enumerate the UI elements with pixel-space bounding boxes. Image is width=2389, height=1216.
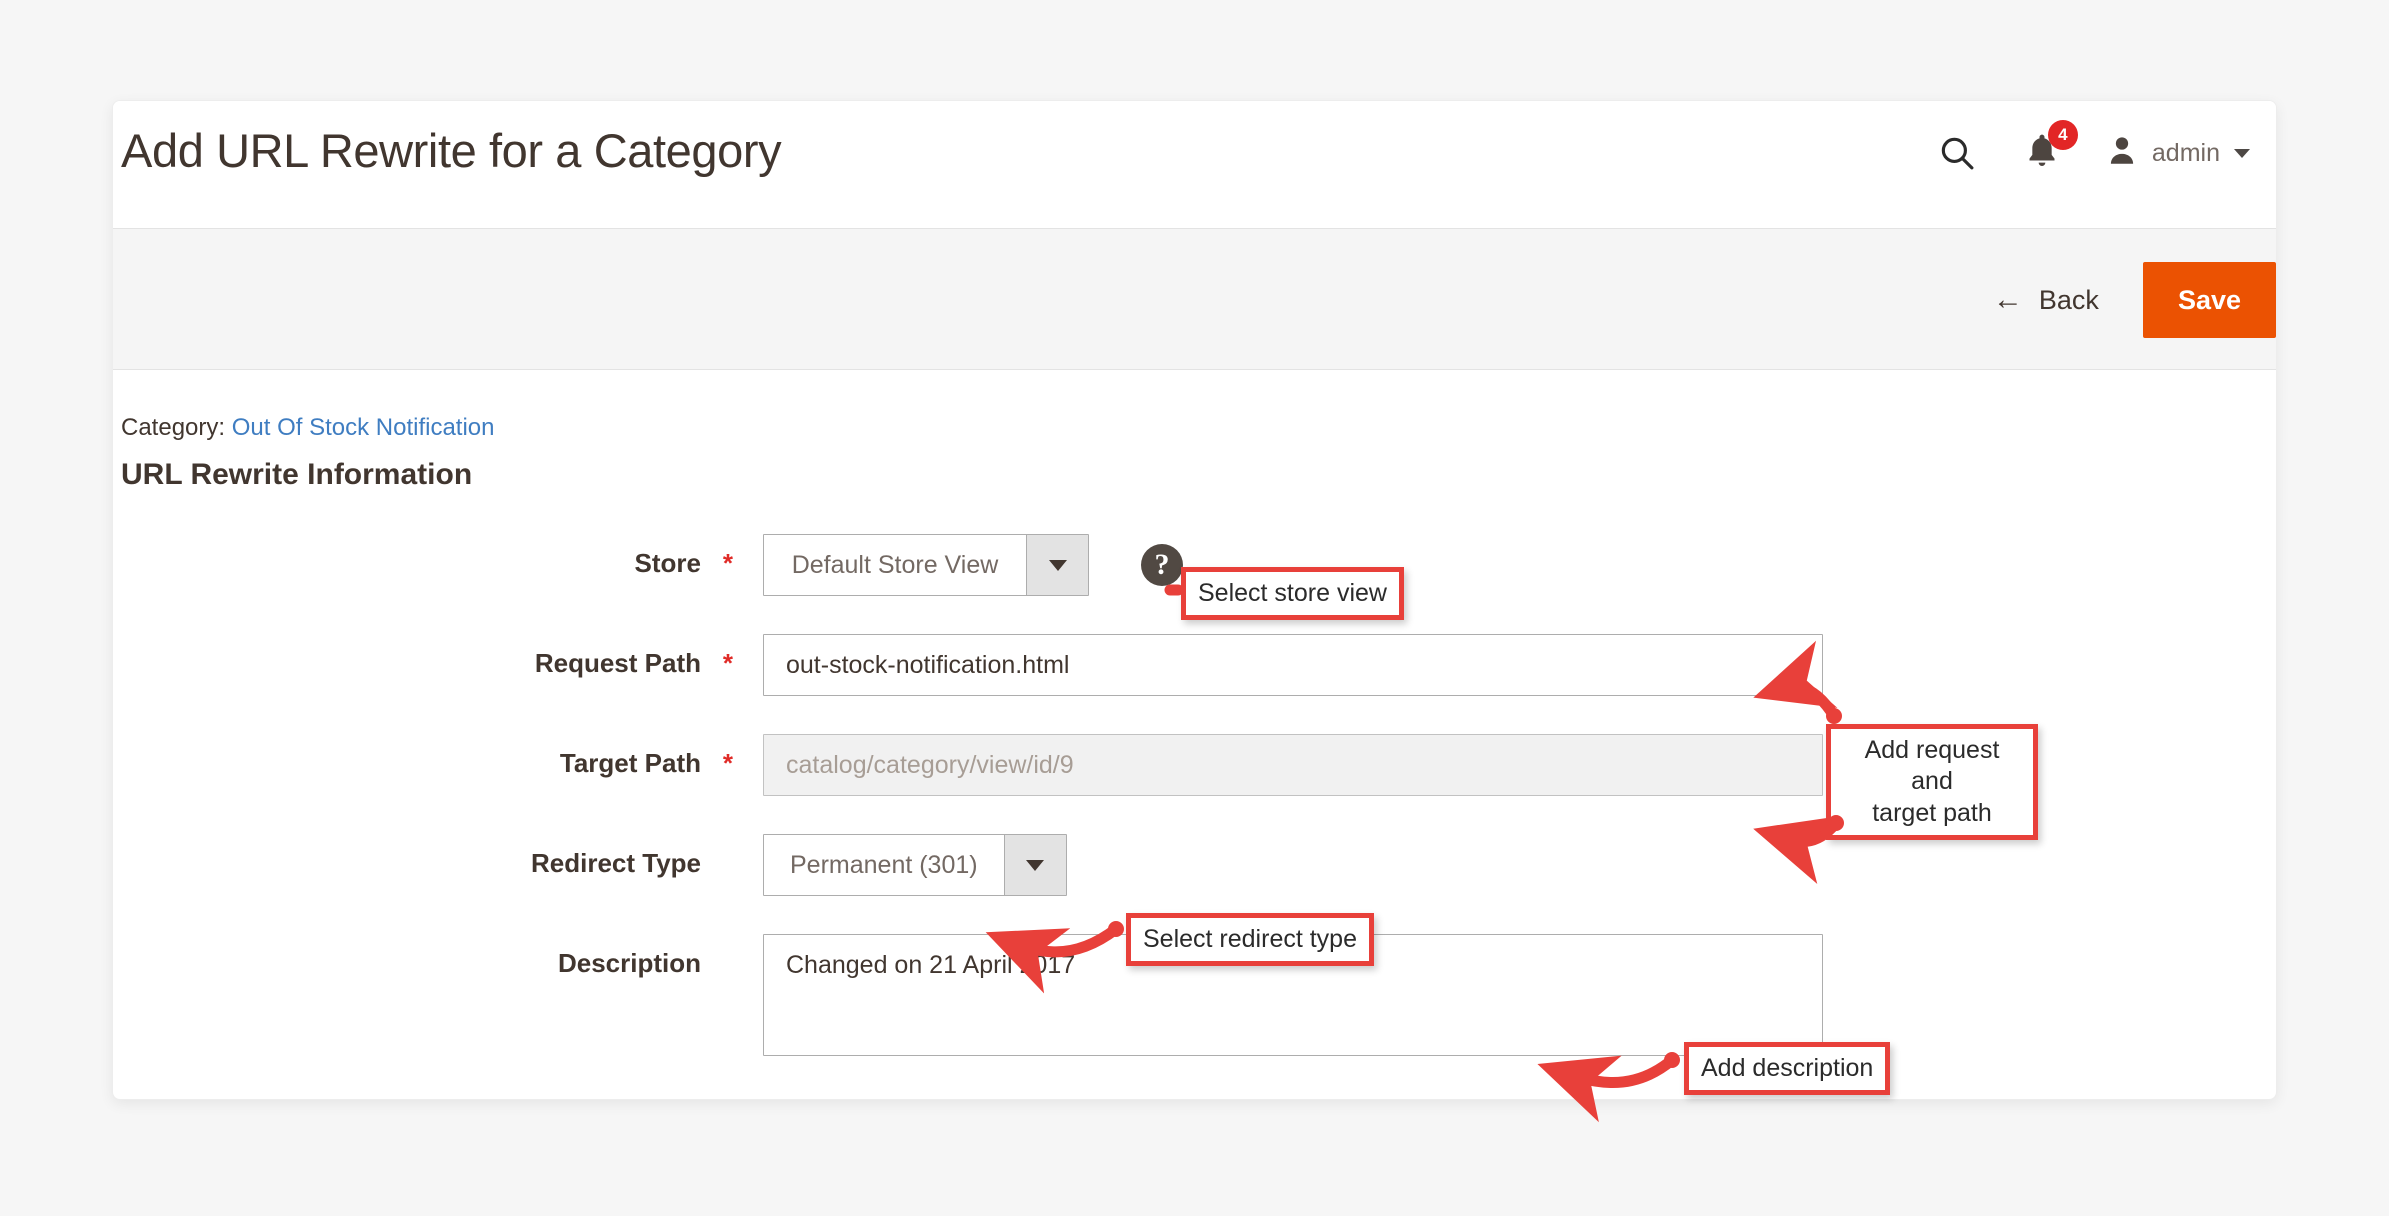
page-actions-group: ← Back Save: [1949, 229, 2276, 371]
redirect-type-select-value: Permanent (301): [790, 850, 978, 879]
request-path-label: Request Path *: [113, 634, 733, 679]
help-icon[interactable]: ?: [1141, 544, 1183, 586]
annotation-add-paths-line2: target path: [1872, 798, 1992, 827]
screenshot-root: Add URL Rewrite for a Category 4 admin ←…: [0, 0, 2389, 1216]
entity-link[interactable]: Out Of Stock Notification: [232, 414, 495, 441]
annotation-add-paths: Add request and target path: [1826, 724, 2038, 840]
redirect-type-label-text: Redirect Type: [530, 848, 701, 878]
page-title: Add URL Rewrite for a Category: [121, 124, 782, 177]
bell-icon: 4: [2022, 119, 2078, 177]
store-label: Store *: [113, 534, 733, 579]
arrow-left-icon: ←: [1992, 283, 2023, 316]
annotation-add-description: Add description: [1684, 1042, 1891, 1096]
user-icon: [2104, 132, 2140, 175]
description-label-text: Description: [557, 948, 701, 978]
save-button[interactable]: Save: [2142, 262, 2276, 338]
store-select-arrow[interactable]: [1026, 535, 1088, 595]
search-button[interactable]: [1914, 125, 2000, 181]
store-select[interactable]: Default Store View: [763, 534, 1089, 596]
redirect-type-label: Redirect Type: [113, 834, 733, 879]
annotation-select-redirect-type: Select redirect type: [1126, 913, 1374, 967]
page-actions-toolbar: ← Back Save: [113, 228, 2276, 370]
notifications-button[interactable]: 4: [2000, 119, 2084, 181]
field-row-request-path: Request Path *: [113, 634, 2276, 696]
request-path-label-text: Request Path: [534, 648, 701, 678]
header-tools: 4 admin: [1914, 119, 2260, 181]
redirect-type-select-arrow[interactable]: [1003, 835, 1066, 895]
annotation-add-paths-line1: Add request and: [1864, 736, 2000, 796]
annotation-select-store-view: Select store view: [1181, 567, 1404, 621]
request-path-required-marker: *: [722, 648, 733, 678]
target-path-label-text: Target Path: [559, 748, 701, 778]
request-path-control: [763, 634, 1823, 696]
search-icon: [1936, 132, 1978, 174]
redirect-type-select[interactable]: Permanent (301): [763, 834, 1067, 896]
store-required-marker: *: [722, 548, 733, 578]
entity-breadcrumb: Category: Out Of Stock Notification: [121, 414, 2276, 442]
back-button-label: Back: [2038, 284, 2099, 315]
request-path-input[interactable]: [763, 634, 1823, 696]
target-path-input: [763, 734, 1823, 796]
entity-prefix-label: Category:: [121, 414, 226, 441]
store-label-text: Store: [634, 548, 701, 578]
admin-user-label: admin: [2151, 138, 2220, 167]
back-button[interactable]: ← Back: [1949, 285, 2143, 316]
description-label: Description: [113, 934, 733, 979]
target-path-label: Target Path *: [113, 734, 733, 779]
page-header: Add URL Rewrite for a Category 4 admin: [113, 101, 2276, 228]
store-select-value: Default Store View: [791, 550, 999, 579]
store-control: Default Store View ?: [763, 534, 1183, 596]
chevron-down-icon: [2234, 148, 2250, 158]
redirect-type-control: Permanent (301): [763, 834, 1067, 896]
field-row-redirect-type: Redirect Type Permanent (301): [113, 834, 2276, 896]
section-title: URL Rewrite Information: [121, 458, 473, 491]
admin-user-menu[interactable]: admin: [2084, 132, 2260, 175]
notification-badge: 4: [2047, 119, 2078, 150]
target-path-control: [763, 734, 1823, 796]
target-path-required-marker: *: [722, 748, 733, 778]
